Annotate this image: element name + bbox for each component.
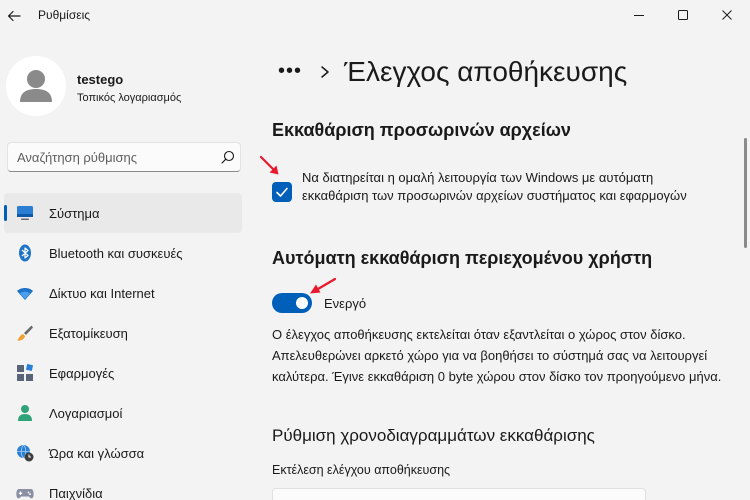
sidebar-item-gaming[interactable]: Παιχνίδια xyxy=(4,473,242,500)
sidebar-item-personalization[interactable]: Εξατομίκευση xyxy=(4,313,242,353)
breadcrumb-more-button[interactable]: ••• xyxy=(278,60,302,83)
search-input[interactable] xyxy=(8,143,208,171)
brush-icon xyxy=(17,325,33,341)
apps-icon xyxy=(17,364,34,381)
user-avatar-icon xyxy=(6,56,66,116)
toggle-state-label: Ενεργό xyxy=(324,296,367,311)
sidebar-item-accounts[interactable]: Λογαριασμοί xyxy=(4,393,242,433)
storage-sense-toggle[interactable] xyxy=(272,293,312,313)
search-box[interactable] xyxy=(7,142,241,172)
sidebar-item-label: Λογαριασμοί xyxy=(49,406,123,421)
run-storage-sense-label: Εκτέλεση ελέγχου αποθήκευσης xyxy=(272,463,451,477)
close-button[interactable] xyxy=(714,4,740,26)
user-name: testego xyxy=(77,72,124,87)
back-button[interactable] xyxy=(4,6,24,26)
search-icon[interactable] xyxy=(221,150,235,164)
wifi-icon xyxy=(17,288,33,300)
minimize-button[interactable] xyxy=(626,4,652,26)
page-title: Έλεγχος αποθήκευσης xyxy=(344,56,628,87)
chevron-right-icon xyxy=(321,66,329,78)
run-storage-sense-dropdown[interactable] xyxy=(272,488,646,500)
sidebar-item-network[interactable]: Δίκτυο και Internet xyxy=(4,273,242,313)
minimize-icon xyxy=(634,15,644,16)
sidebar-item-bluetooth[interactable]: Bluetooth και συσκευές xyxy=(4,233,242,273)
gamepad-icon xyxy=(16,489,34,499)
temp-cleanup-checkbox-label: Να διατηρείται η ομαλή λειτουργία των Wi… xyxy=(302,170,687,203)
system-icon xyxy=(17,206,33,220)
sidebar-item-label: Σύστημα xyxy=(49,206,100,221)
sidebar-item-time-language[interactable]: Ώρα και γλώσσα xyxy=(4,433,242,473)
account-type: Τοπικός λογαριασμός xyxy=(77,92,182,104)
avatar[interactable] xyxy=(6,56,66,116)
toggle-knob xyxy=(296,297,308,309)
sidebar-item-label: Bluetooth και συσκευές xyxy=(49,246,183,261)
maximize-button[interactable] xyxy=(670,4,696,26)
maximize-icon xyxy=(678,10,688,20)
bluetooth-icon xyxy=(19,244,31,262)
back-arrow-icon xyxy=(7,10,21,22)
sidebar-item-apps[interactable]: Εφαρμογές xyxy=(4,353,242,393)
section-title-schedule: Ρύθμιση χρονοδιαγραμμάτων εκκαθάρισης xyxy=(272,426,595,445)
sidebar-item-label: Ώρα και γλώσσα xyxy=(49,446,145,461)
annotation-arrow-icon xyxy=(259,155,279,175)
checkmark-icon xyxy=(276,187,288,197)
globe-clock-icon xyxy=(17,444,34,462)
close-icon xyxy=(722,10,732,20)
annotation-arrow-icon xyxy=(310,277,337,294)
temp-cleanup-checkbox[interactable] xyxy=(272,182,292,202)
storage-sense-description: Ο έλεγχος αποθήκευσης εκτελείται όταν εξ… xyxy=(272,327,722,384)
sidebar-item-label: Δίκτυο και Internet xyxy=(49,286,155,301)
app-title: Ρυθμίσεις xyxy=(38,8,91,22)
account-icon xyxy=(18,405,32,421)
sidebar-item-label: Εφαρμογές xyxy=(49,366,115,381)
scrollbar[interactable] xyxy=(744,138,747,248)
section-title-temp-cleanup: Εκκαθάριση προσωρινών αρχείων xyxy=(272,120,571,140)
sidebar-nav: Σύστημα Bluetooth και συσκευές Δίκτυο κα… xyxy=(4,193,242,500)
title-bar: Ρυθμίσεις xyxy=(0,0,750,32)
sidebar-item-label: Εξατομίκευση xyxy=(49,326,128,341)
sidebar-item-label: Παιχνίδια xyxy=(49,486,103,500)
sidebar-item-system[interactable]: Σύστημα xyxy=(4,193,242,233)
section-title-auto-cleanup: Αυτόματη εκκαθάριση περιεχομένου χρήστη xyxy=(272,248,653,268)
